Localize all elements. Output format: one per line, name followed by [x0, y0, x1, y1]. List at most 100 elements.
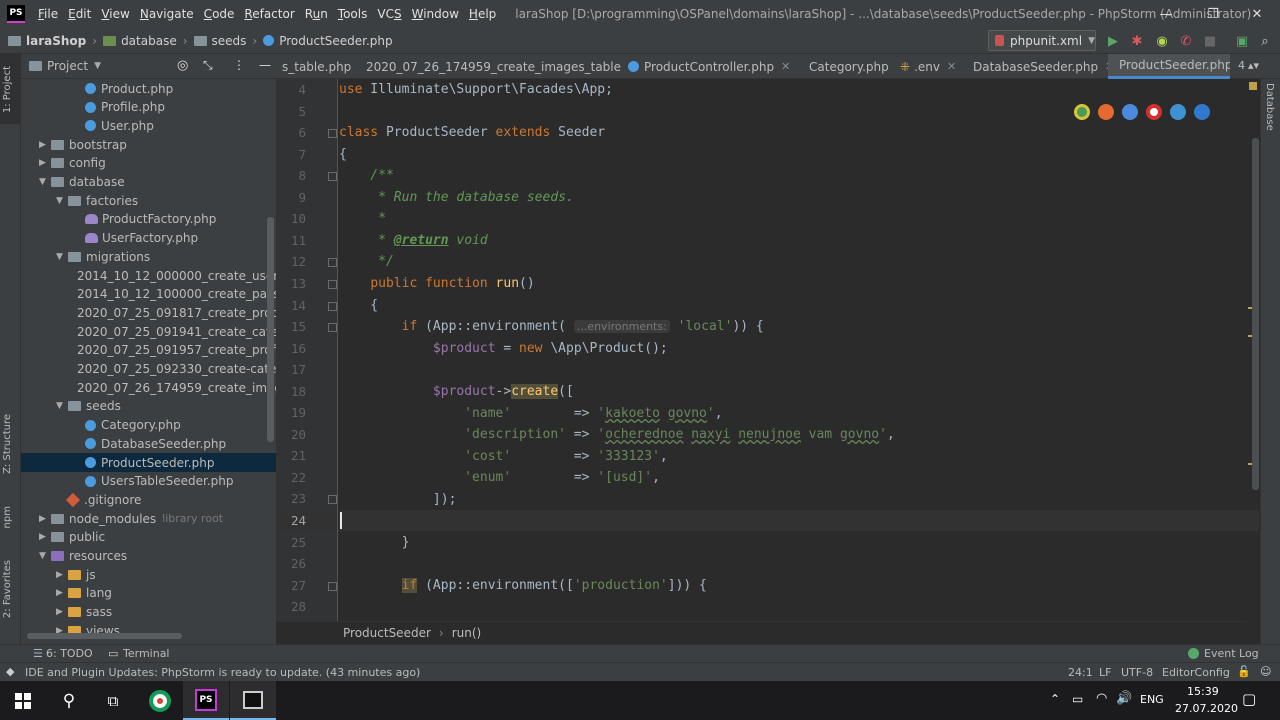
warning-icon[interactable] [1249, 82, 1257, 90]
hide-icon[interactable]: — [259, 58, 271, 72]
chevron-up-icon[interactable]: ⌃ [1050, 692, 1060, 706]
file-encoding[interactable]: UTF-8 [1121, 666, 1153, 679]
tree-item[interactable]: DatabaseSeeder.php [21, 434, 276, 453]
firefox-icon[interactable] [1098, 104, 1114, 120]
tree-item[interactable]: UsersTableSeeder.php [21, 472, 276, 491]
listen-debug-icon[interactable]: ✆ [1177, 32, 1195, 50]
input-language[interactable]: ENG [1140, 693, 1164, 706]
menu-item[interactable]: Edit [63, 7, 96, 21]
tree-item[interactable]: 2020_07_25_091941_create_catego [21, 322, 276, 341]
fold-marker-icon[interactable] [328, 495, 337, 505]
tree-item[interactable]: 2014_10_12_100000_create_passwo [21, 285, 276, 304]
fold-marker-icon[interactable] [328, 172, 337, 182]
safari-icon[interactable] [1122, 104, 1138, 120]
locate-icon[interactable]: ◎ [177, 58, 188, 73]
tab-npm[interactable]: npm [2, 506, 13, 528]
breadcrumb-method[interactable]: run() [452, 626, 482, 640]
phpstorm-taskbar-button[interactable]: PS [183, 681, 229, 720]
fold-marker-icon[interactable] [328, 129, 337, 139]
fold-marker-icon[interactable] [328, 258, 337, 268]
chevron-right-icon[interactable]: ▶ [39, 158, 51, 168]
tree-item[interactable]: ▼ factories [21, 191, 276, 210]
fold-marker-icon[interactable] [328, 581, 337, 591]
chevron-down-icon[interactable]: ▼ [39, 177, 51, 187]
tree-item[interactable]: 2020_07_25_092330_create-catego [21, 360, 276, 379]
tab-database[interactable]: Database [1264, 83, 1275, 131]
tree-item[interactable]: ▶ lang [21, 584, 276, 603]
chevron-down-icon[interactable]: ▼ [39, 551, 51, 561]
collapse-icon[interactable]: ⤡ [203, 58, 213, 73]
tree-horizontal-scrollbar[interactable] [27, 633, 182, 639]
tree-item[interactable]: 2014_10_12_000000_create_users_ta [21, 266, 276, 285]
clock-date[interactable]: 27.07.2020 [1175, 702, 1238, 715]
menu-item[interactable]: VCS [372, 7, 406, 21]
breadcrumb-project[interactable]: laraShop › [8, 34, 103, 48]
menu-item[interactable]: Run [300, 7, 333, 21]
editor-scrollbar[interactable] [1252, 138, 1259, 490]
tab-list-icon[interactable]: ▴▾ [1248, 59, 1259, 72]
chevron-right-icon[interactable]: ▶ [56, 570, 68, 580]
menu-item[interactable]: View [96, 7, 134, 21]
fold-marker-icon[interactable] [328, 279, 337, 289]
tree-item[interactable]: ▼ seeds [21, 397, 276, 416]
debug-icon[interactable]: ✱ [1128, 32, 1146, 50]
maximize-button[interactable]: ❐ [1190, 0, 1236, 28]
internet-explorer-icon[interactable] [1170, 104, 1186, 120]
tree-item[interactable]: Product.php [21, 79, 276, 98]
tree-item[interactable]: Profile.php [21, 98, 276, 117]
tab-event-log[interactable]: Event Log [1204, 647, 1259, 660]
caret-position[interactable]: 24:1 [1068, 666, 1093, 679]
editor-tab[interactable]: ProductController.php ✕ [622, 54, 798, 79]
tab-structure[interactable]: Z: Structure [2, 414, 13, 474]
run-icon[interactable]: ▶ [1104, 32, 1122, 50]
tree-item[interactable]: ProductFactory.php [21, 210, 276, 229]
minimize-button[interactable]: — [1143, 0, 1189, 28]
tree-item[interactable]: ▼ migrations [21, 247, 276, 266]
clock-time[interactable]: 15:39 [1187, 685, 1219, 698]
run-configuration-select[interactable]: phpunit.xml ▼ [988, 30, 1096, 51]
tree-item[interactable]: ▶ sass [21, 603, 276, 622]
editor-tab[interactable]: ⁜ .env ✕ [894, 54, 962, 79]
tab-terminal[interactable]: Terminal [123, 647, 170, 660]
breadcrumb-seeds[interactable]: seeds › [193, 34, 264, 48]
more-icon[interactable]: ⋮ [233, 58, 245, 72]
menu-item[interactable]: Code [199, 7, 240, 21]
tree-item[interactable]: User.php [21, 116, 276, 135]
close-button[interactable]: ✕ [1234, 0, 1280, 28]
chrome-taskbar-button[interactable] [137, 681, 183, 720]
chevron-right-icon[interactable]: ▶ [39, 514, 51, 524]
wifi-icon[interactable]: ◠ [1096, 691, 1107, 706]
notifications-icon[interactable]: ▢ [1242, 690, 1256, 708]
tree-item[interactable]: ▶ bootstrap [21, 135, 276, 154]
close-tab-icon[interactable]: ✕ [781, 60, 790, 73]
terminal-taskbar-button[interactable] [230, 681, 276, 720]
stop-icon[interactable]: ■ [1201, 32, 1219, 50]
start-button[interactable] [0, 681, 46, 720]
line-separator[interactable]: LF [1099, 666, 1111, 679]
editor-tab[interactable]: s_table.php✕ [276, 54, 356, 79]
editor-tab[interactable]: DatabaseSeeder.php✕ [962, 54, 1108, 79]
chevron-down-icon[interactable]: ▼ [56, 196, 68, 206]
menu-item[interactable]: Navigate [135, 7, 199, 21]
breadcrumb-class[interactable]: ProductSeeder [343, 626, 431, 640]
chevron-down-icon[interactable]: ▼ [94, 61, 101, 71]
menu-item[interactable]: Tools [333, 7, 373, 21]
terminal-icon[interactable]: ▣ [1233, 32, 1251, 50]
coverage-icon[interactable]: ◉ [1153, 32, 1171, 50]
code-editor[interactable]: use Illuminate\Support\Facades\App; clas… [339, 79, 1259, 621]
tabs-overflow-count[interactable]: 4 [1238, 59, 1245, 72]
tree-item[interactable]: ProductSeeder.php [21, 453, 276, 472]
menu-item[interactable]: File [33, 7, 63, 21]
tree-item[interactable]: ▶ js [21, 565, 276, 584]
tree-item[interactable]: Category.php [21, 416, 276, 435]
battery-icon[interactable]: ▭ [1072, 692, 1083, 706]
lock-icon[interactable]: 🔓 [1237, 665, 1251, 678]
search-icon[interactable]: ⌕ [1256, 32, 1274, 50]
search-button[interactable]: ⚲ [46, 681, 92, 720]
chrome-icon[interactable] [1074, 104, 1090, 120]
task-view-button[interactable]: ⧉ [90, 681, 136, 720]
breadcrumb-database[interactable]: database › [103, 34, 193, 48]
tab-favorites[interactable]: 2: Favorites [2, 560, 13, 618]
fold-marker-icon[interactable] [328, 301, 337, 311]
project-view-select[interactable]: Project [47, 59, 88, 73]
